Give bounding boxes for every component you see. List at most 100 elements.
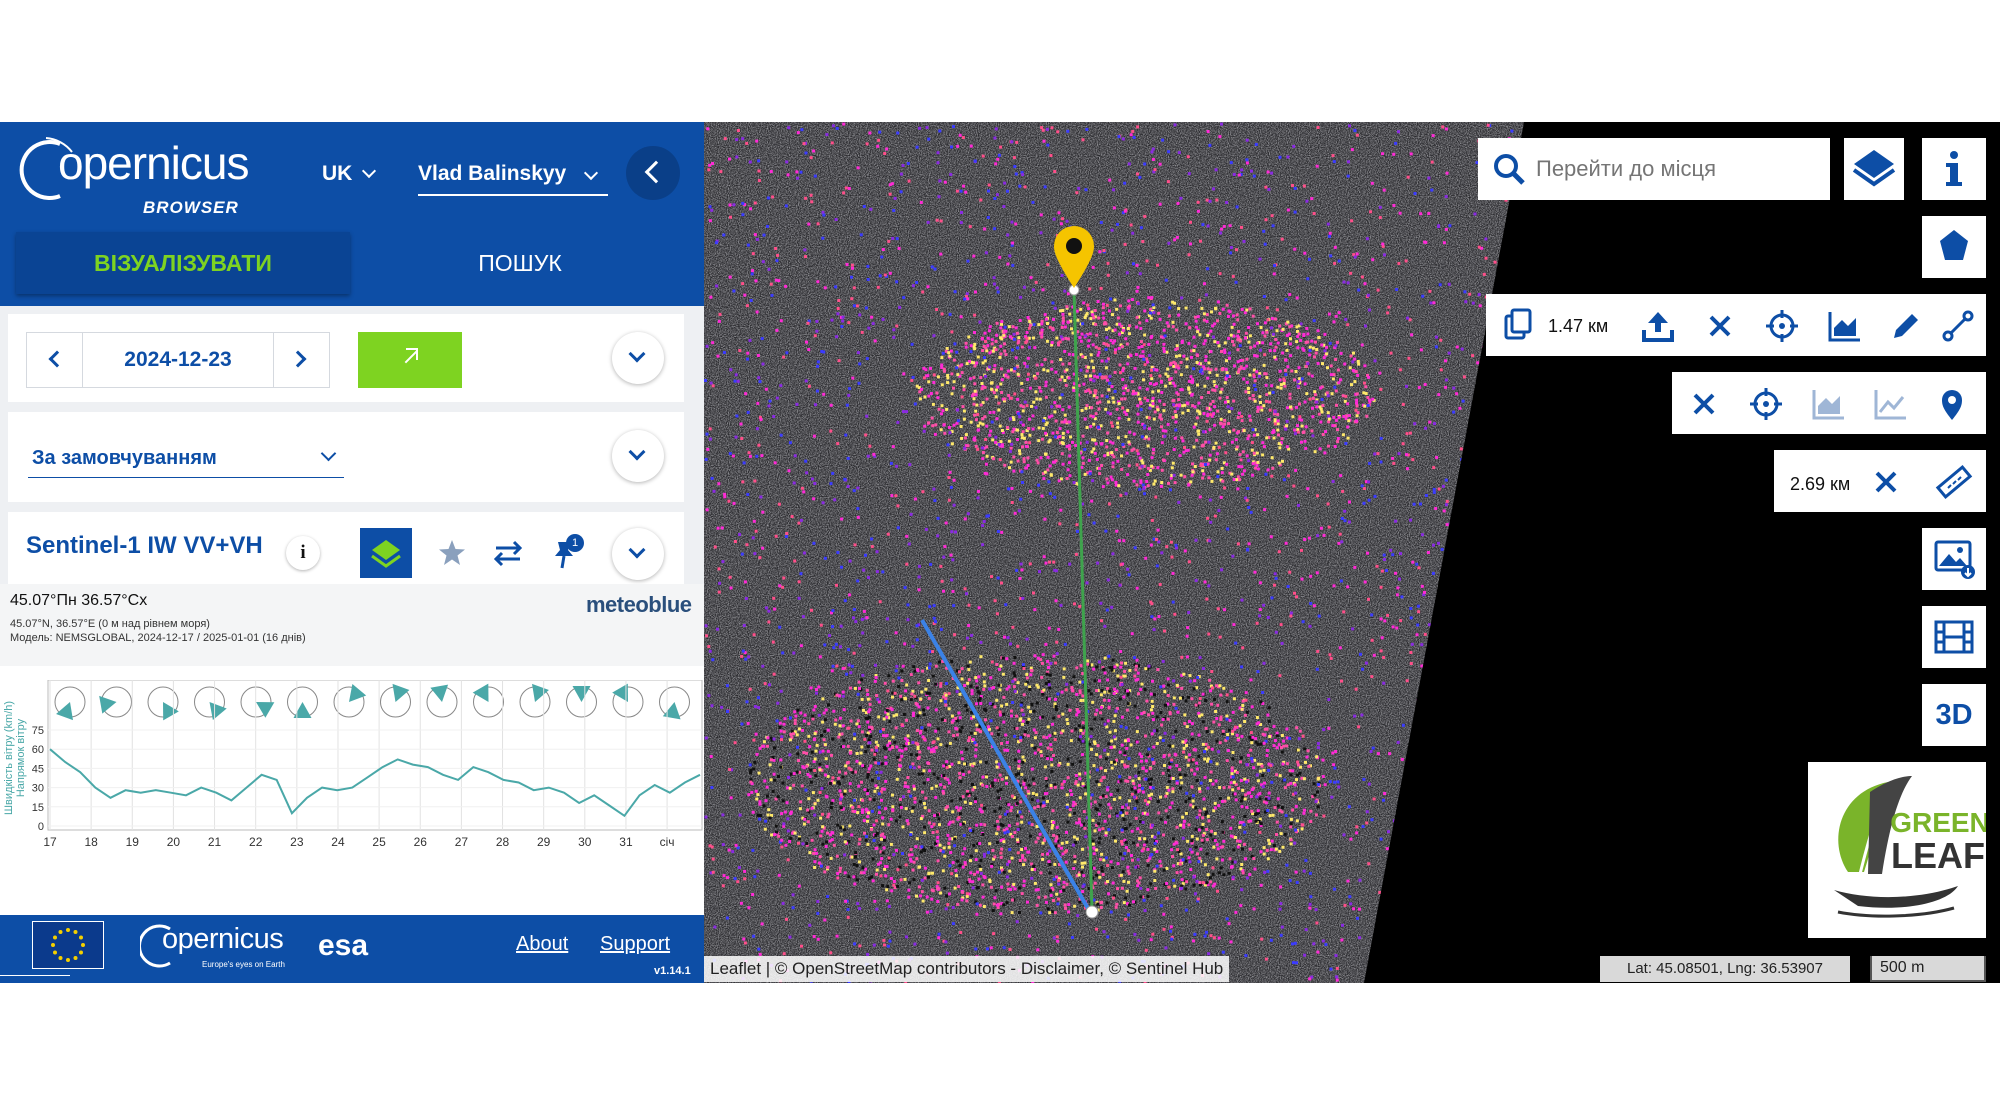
map-view[interactable]: 1.47 км xyxy=(704,122,2000,983)
layer-name[interactable]: Sentinel-1 IW VV+VH xyxy=(26,532,263,560)
footer-copernicus-wordmark: opernicus xyxy=(162,923,284,955)
copy-icon[interactable] xyxy=(1498,306,1538,346)
x-tick-label: 30 xyxy=(578,835,592,849)
y-axis-label-direction: Напрямок вітру xyxy=(15,718,27,797)
copernicus-footer-logo[interactable]: opernicus Europe's eyes on Earth xyxy=(140,917,290,971)
3d-view-button[interactable]: 3D xyxy=(1922,684,1986,746)
eu-star xyxy=(53,950,58,955)
film-icon xyxy=(1934,620,1974,654)
next-date-button[interactable] xyxy=(273,333,329,387)
y-tick-label: 30 xyxy=(32,783,44,795)
aoi-polygon-button[interactable] xyxy=(1922,216,1986,278)
y-tick-label: 75 xyxy=(32,725,44,737)
distance-toolbar: 2.69 км xyxy=(1774,450,1986,512)
x-tick-label: 28 xyxy=(496,835,510,849)
area-chart-icon[interactable] xyxy=(1824,306,1864,346)
previous-date-button[interactable] xyxy=(27,333,83,387)
eu-star xyxy=(51,943,55,947)
timelapse-button[interactable] xyxy=(1922,606,1986,668)
cursor-coordinates: Lat: 45.08501, Lng: 36.53907 xyxy=(1600,956,1850,982)
layers-button[interactable] xyxy=(1844,138,1904,200)
crosshair-icon[interactable] xyxy=(1762,306,1802,346)
layers-icon xyxy=(1852,150,1896,187)
theme-value: За замовчуванням xyxy=(32,447,217,469)
theme-select[interactable]: За замовчуванням xyxy=(28,438,344,478)
wind-chart: 75 60 45 30 15 0 17 18 19 20 21 22 23 24 25 26 27 28 29 30… xyxy=(3,680,703,849)
line-chart-icon[interactable] xyxy=(1870,384,1910,424)
measure-vertex[interactable] xyxy=(1085,905,1099,919)
eu-star xyxy=(78,935,83,940)
green-leaf-logo-icon: GREEN LEAF xyxy=(1834,776,1990,918)
download-image-button[interactable] xyxy=(1922,528,1986,590)
chevron-down-icon xyxy=(583,165,599,181)
wind-direction-icon xyxy=(287,686,318,718)
close-icon[interactable] xyxy=(1684,384,1724,424)
crosshair-icon[interactable] xyxy=(1746,384,1786,424)
footer-copernicus-tagline: Europe's eyes on Earth xyxy=(202,960,285,969)
pin-button[interactable]: 1 xyxy=(538,528,590,578)
info-button[interactable] xyxy=(1922,138,1986,200)
meteoblue-logo[interactable]: meteoblue xyxy=(586,592,692,618)
x-tick-label: 19 xyxy=(126,835,140,849)
close-icon[interactable] xyxy=(1700,306,1740,346)
eu-flag-logo xyxy=(32,921,104,969)
eu-star xyxy=(81,943,85,947)
map-marker-icon[interactable] xyxy=(1932,384,1972,424)
date-picker: 2024-12-23 xyxy=(26,332,330,388)
user-menu[interactable]: Vlad Balinskyy xyxy=(418,162,608,196)
y-axis-label-speed: Швидкість вітру (km/h) xyxy=(3,701,15,815)
polyline-icon[interactable] xyxy=(1938,306,1978,346)
aoi-toolbar: 1.47 км xyxy=(1486,294,1986,356)
close-icon[interactable] xyxy=(1866,462,1906,502)
info-icon xyxy=(1946,151,1962,186)
area-chart-icon[interactable] xyxy=(1808,384,1848,424)
poi-toolbar xyxy=(1672,372,1986,434)
logo-leaf-text: LEAF xyxy=(1891,835,1985,876)
x-tick-label: 27 xyxy=(455,835,469,849)
collapse-sidebar-button[interactable] xyxy=(626,146,680,200)
map-attribution[interactable]: Leaflet | © OpenStreetMap contributors -… xyxy=(704,956,1230,982)
expand-theme-button[interactable] xyxy=(612,430,664,482)
eu-star xyxy=(53,935,58,940)
layer-visualization-button[interactable] xyxy=(360,528,412,578)
y-tick-label: 0 xyxy=(38,821,44,833)
date-value[interactable]: 2024-12-23 xyxy=(83,333,273,387)
eu-star xyxy=(73,955,78,960)
logo-subtitle: BROWSER xyxy=(143,198,239,217)
tab-search[interactable]: ПОШУК xyxy=(370,232,670,294)
green-leaf-logo: GREEN LEAF xyxy=(1808,762,1990,938)
favorite-button[interactable] xyxy=(426,528,478,578)
chevron-down-icon xyxy=(362,163,377,179)
x-tick-label: 17 xyxy=(43,835,57,849)
chart-frame xyxy=(47,680,703,831)
y-tick-label: 60 xyxy=(32,744,44,756)
satellite-imagery[interactable] xyxy=(704,122,2000,983)
open-external-button[interactable] xyxy=(358,332,462,388)
footer-divider xyxy=(0,975,70,976)
esa-logo[interactable]: esa xyxy=(318,929,368,963)
pencil-icon[interactable] xyxy=(1886,306,1926,346)
search-input[interactable] xyxy=(1536,150,1816,188)
x-tick-label: 31 xyxy=(619,835,633,849)
x-tick-label: 22 xyxy=(249,835,263,849)
eu-star xyxy=(66,958,70,962)
upload-icon[interactable] xyxy=(1638,306,1678,346)
ruler-icon[interactable] xyxy=(1934,462,1974,502)
about-link[interactable]: About xyxy=(516,933,568,956)
tab-visualize[interactable]: ВІЗУАЛІЗУВАТИ xyxy=(16,232,350,294)
expand-layer-button[interactable] xyxy=(612,528,664,580)
x-tick-label: 24 xyxy=(331,835,345,849)
pushpin-icon xyxy=(555,542,573,569)
swap-arrows-icon xyxy=(493,540,523,567)
compare-button[interactable] xyxy=(482,528,534,578)
aoi-area-value: 1.47 км xyxy=(1548,316,1609,336)
pin-count-badge: 1 xyxy=(566,534,584,552)
layer-info-button[interactable]: i xyxy=(284,528,324,578)
chevron-down-icon xyxy=(628,345,646,363)
support-link[interactable]: Support xyxy=(600,933,670,956)
language-selector[interactable]: UK xyxy=(322,162,377,186)
copernicus-browser-logo[interactable]: opernicus BROWSER xyxy=(18,130,249,217)
expand-date-button[interactable] xyxy=(612,332,664,384)
language-value: UK xyxy=(322,162,353,185)
footer: opernicus Europe's eyes on Earth esa Abo… xyxy=(0,915,704,983)
